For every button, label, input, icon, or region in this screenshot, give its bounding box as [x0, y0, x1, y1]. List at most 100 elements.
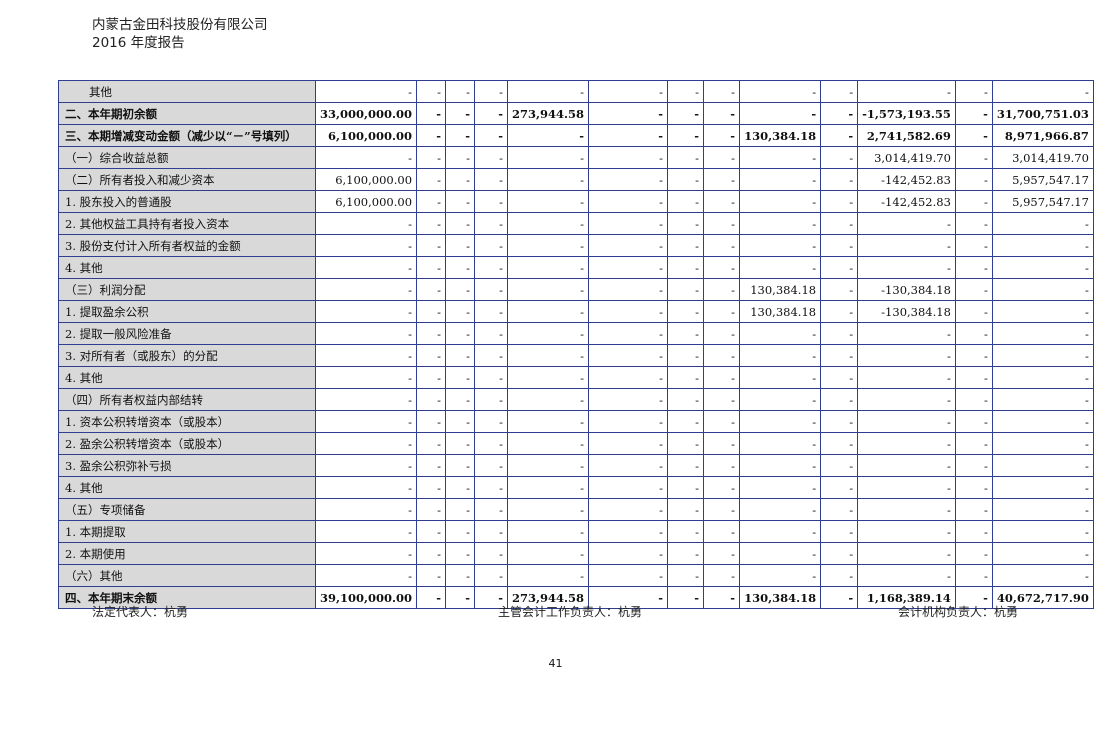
table-cell: - — [739, 366, 822, 389]
table-cell: - — [445, 564, 476, 587]
table-cell: - — [820, 102, 859, 125]
table-cell: - — [857, 410, 956, 433]
table-cell: - — [474, 476, 509, 499]
table-cell: - — [474, 168, 509, 191]
table-cell: - — [474, 432, 509, 455]
table-cell: - — [507, 564, 590, 587]
table-cell: - — [857, 80, 956, 103]
table-cell: - — [703, 212, 741, 235]
table-cell: - — [857, 454, 956, 477]
table-row: （四）所有者权益内部结转 - - - - - - - - - - - - - — [58, 388, 1094, 411]
table-cell: - — [507, 146, 590, 169]
table-cell: - — [445, 102, 476, 125]
table-cell: - — [474, 102, 509, 125]
table-cell: - — [820, 168, 859, 191]
table-cell: - — [991, 388, 1094, 411]
table-cell: - — [667, 80, 705, 103]
table-cell: - — [474, 498, 509, 521]
table-cell: - — [703, 256, 741, 279]
row-label: 3. 对所有者（或股东）的分配 — [58, 344, 316, 367]
table-cell: - — [588, 564, 669, 587]
table-cell: 5,957,547.17 — [991, 190, 1094, 213]
table-cell: - — [954, 300, 993, 323]
table-cell: - — [507, 322, 590, 345]
table-cell: - — [991, 520, 1094, 543]
table-cell: - — [739, 256, 822, 279]
table-cell: - — [703, 190, 741, 213]
table-cell: - — [314, 300, 418, 323]
table-cell: - — [857, 366, 956, 389]
table-cell: - — [507, 542, 590, 565]
table-cell: - — [857, 256, 956, 279]
table-cell: -142,452.83 — [857, 168, 956, 191]
table-cell: - — [416, 454, 447, 477]
table-cell: - — [416, 542, 447, 565]
table-cell: - — [314, 498, 418, 521]
table-cell: - — [667, 498, 705, 521]
row-label: （三）利润分配 — [58, 278, 316, 301]
table-cell: - — [820, 124, 859, 147]
row-label: （二）所有者投入和减少资本 — [58, 168, 316, 191]
table-cell: - — [507, 212, 590, 235]
table-cell: - — [954, 256, 993, 279]
table-cell: - — [991, 476, 1094, 499]
table-cell: - — [954, 542, 993, 565]
table-cell: - — [588, 432, 669, 455]
table-cell: - — [820, 432, 859, 455]
table-cell: - — [588, 344, 669, 367]
table-cell: - — [507, 168, 590, 191]
table-cell: - — [416, 476, 447, 499]
table-cell: - — [954, 168, 993, 191]
table-row: 3. 盈余公积弥补亏损 - - - - - - - - - - - - - — [58, 454, 1094, 477]
table-cell: - — [954, 344, 993, 367]
table-cell: - — [703, 344, 741, 367]
table-cell: - — [314, 564, 418, 587]
table-cell: - — [954, 212, 993, 235]
table-cell: - — [314, 476, 418, 499]
table-cell: - — [416, 102, 447, 125]
table-row: 其他 - - - - - - - - - - - - - — [58, 80, 1094, 103]
table-cell: 2,741,582.69 — [857, 124, 956, 147]
table-cell: - — [507, 454, 590, 477]
table-cell: - — [820, 498, 859, 521]
table-cell: - — [474, 564, 509, 587]
table-cell: - — [474, 234, 509, 257]
table-cell: - — [588, 498, 669, 521]
table-cell: - — [857, 344, 956, 367]
equity-change-table: 其他 - - - - - - - - - - - - - 二、本年期初余额 33,000,000.00- - -2… — [58, 80, 1094, 609]
table-cell: - — [991, 212, 1094, 235]
table-cell: - — [474, 256, 509, 279]
table-cell: - — [703, 388, 741, 411]
table-cell: - — [820, 212, 859, 235]
table-cell: - — [416, 410, 447, 433]
table-cell: - — [507, 278, 590, 301]
table-cell: - — [416, 212, 447, 235]
table-cell: - — [991, 498, 1094, 521]
table-cell: - — [820, 454, 859, 477]
table-cell: - — [314, 520, 418, 543]
row-label: 1. 提取盈余公积 — [58, 300, 316, 323]
table-cell: - — [445, 454, 476, 477]
table-body: 其他 - - - - - - - - - - - - - 二、本年期初余额 33,000,000.00- - -2… — [58, 80, 1094, 609]
table-cell: - — [445, 542, 476, 565]
table-cell: - — [820, 542, 859, 565]
table-cell: - — [507, 520, 590, 543]
table-cell: - — [507, 410, 590, 433]
table-cell: - — [474, 388, 509, 411]
table-cell: - — [588, 278, 669, 301]
table-cell: - — [667, 168, 705, 191]
table-cell: - — [954, 432, 993, 455]
table-cell: - — [314, 432, 418, 455]
row-label: 其他 — [58, 80, 316, 103]
table-cell: - — [474, 454, 509, 477]
table-cell: - — [445, 190, 476, 213]
table-cell: - — [416, 586, 447, 609]
table-cell: - — [474, 344, 509, 367]
table-cell: - — [954, 366, 993, 389]
table-cell: - — [314, 256, 418, 279]
table-cell: - — [445, 410, 476, 433]
table-cell: - — [857, 476, 956, 499]
table-cell: - — [857, 564, 956, 587]
table-cell: 130,384.18 — [739, 586, 822, 609]
table-cell: - — [739, 410, 822, 433]
